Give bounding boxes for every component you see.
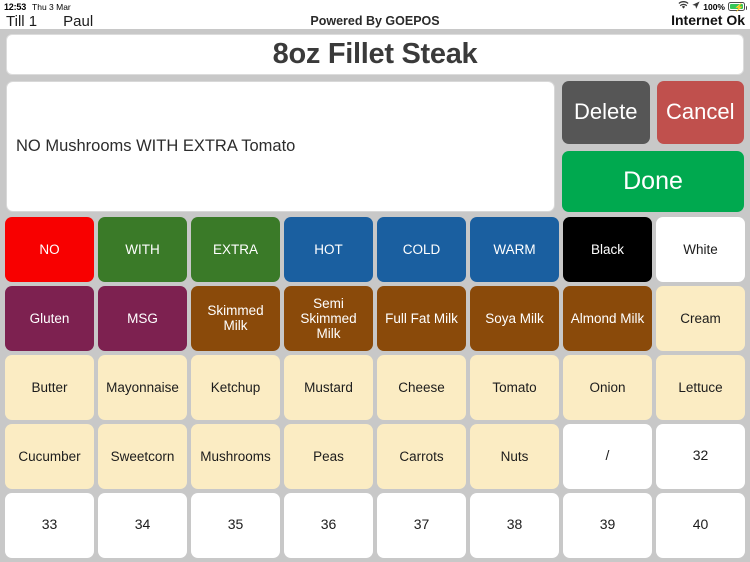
status-bar-right: 100% ⚡ — [678, 0, 747, 12]
pos-modifier-screen: 12:53 Thu 3 Mar 100% ⚡ Till 1 Paul Power… — [0, 0, 750, 562]
modifier-button-[interactable]: / — [563, 423, 652, 489]
modifier-button-warm[interactable]: WARM — [470, 216, 559, 282]
modifier-button-black[interactable]: Black — [563, 216, 652, 282]
page-title: 8oz Fillet Steak — [272, 37, 478, 70]
status-clock: 12:53 — [4, 1, 27, 12]
modifier-button-with[interactable]: WITH — [98, 216, 187, 282]
modifier-button-37[interactable]: 37 — [377, 492, 466, 558]
notes-and-actions-row: NO Mushrooms WITH EXTRA Tomato Delete Ca… — [6, 80, 744, 212]
modifier-button-mayonnaise[interactable]: Mayonnaise — [98, 354, 187, 420]
modifier-button-34[interactable]: 34 — [98, 492, 187, 558]
modifier-button-white[interactable]: White — [656, 216, 745, 282]
battery-percent-label: 100% — [703, 1, 725, 12]
modifier-button-33[interactable]: 33 — [5, 492, 94, 558]
app-header: Till 1 Paul Powered By GOEPOS Internet O… — [0, 12, 750, 30]
modifier-button-gluten[interactable]: Gluten — [5, 285, 94, 351]
modifier-button-cheese[interactable]: Cheese — [377, 354, 466, 420]
action-buttons-top-row: Delete Cancel — [562, 80, 744, 144]
modifier-notes-value: NO Mushrooms WITH EXTRA Tomato — [16, 136, 296, 155]
modifier-button-tomato[interactable]: Tomato — [470, 354, 559, 420]
system-status-bar: 12:53 Thu 3 Mar 100% ⚡ — [0, 0, 750, 13]
modifier-button-40[interactable]: 40 — [656, 492, 745, 558]
modifier-button-no[interactable]: NO — [5, 216, 94, 282]
modifier-button-cold[interactable]: COLD — [377, 216, 466, 282]
modifier-button-38[interactable]: 38 — [470, 492, 559, 558]
modifier-button-almond-milk[interactable]: Almond Milk — [563, 285, 652, 351]
modifier-button-nuts[interactable]: Nuts — [470, 423, 559, 489]
modifier-button-lettuce[interactable]: Lettuce — [656, 354, 745, 420]
modifier-button-skimmed-milk[interactable]: Skimmed Milk — [191, 285, 280, 351]
modifier-button-35[interactable]: 35 — [191, 492, 280, 558]
wifi-icon — [678, 0, 689, 12]
modifier-button-hot[interactable]: HOT — [284, 216, 373, 282]
modifier-button-butter[interactable]: Butter — [5, 354, 94, 420]
product-title-card: 8oz Fillet Steak — [6, 34, 744, 75]
internet-status-label: Internet Ok — [671, 12, 745, 28]
cancel-button[interactable]: Cancel — [656, 80, 744, 144]
modifier-button-sweetcorn[interactable]: Sweetcorn — [98, 423, 187, 489]
location-arrow-icon — [692, 1, 700, 12]
modifier-button-msg[interactable]: MSG — [98, 285, 187, 351]
modifier-button-39[interactable]: 39 — [563, 492, 652, 558]
modifier-button-semi-skimmed-milk[interactable]: Semi Skimmed Milk — [284, 285, 373, 351]
modifier-button-full-fat-milk[interactable]: Full Fat Milk — [377, 285, 466, 351]
battery-charging-icon: ⚡ — [728, 2, 747, 12]
modifier-button-cucumber[interactable]: Cucumber — [5, 423, 94, 489]
modifier-button-grid: NO WITH EXTRA HOT COLD WARM Black White Gluten MS… — [5, 216, 745, 562]
powered-by-label: Powered By GOEPOS — [310, 14, 440, 28]
delete-button[interactable]: Delete — [562, 80, 650, 144]
modifier-button-carrots[interactable]: Carrots — [377, 423, 466, 489]
modifier-button-mushrooms[interactable]: Mushrooms — [191, 423, 280, 489]
modifier-button-peas[interactable]: Peas — [284, 423, 373, 489]
modifier-button-soya-milk[interactable]: Soya Milk — [470, 285, 559, 351]
modifier-button-onion[interactable]: Onion — [563, 354, 652, 420]
modifier-button-extra[interactable]: EXTRA — [191, 216, 280, 282]
modifier-button-32[interactable]: 32 — [656, 423, 745, 489]
modifier-button-cream[interactable]: Cream — [656, 285, 745, 351]
modifier-button-ketchup[interactable]: Ketchup — [191, 354, 280, 420]
action-button-group: Delete Cancel Done — [562, 80, 744, 212]
modifier-button-36[interactable]: 36 — [284, 492, 373, 558]
modifier-notes-field[interactable]: NO Mushrooms WITH EXTRA Tomato — [6, 80, 555, 212]
status-date: Thu 3 Mar — [32, 1, 71, 12]
modifier-button-mustard[interactable]: Mustard — [284, 354, 373, 420]
done-button[interactable]: Done — [562, 150, 744, 212]
status-bar-left: 12:53 Thu 3 Mar — [4, 2, 71, 12]
